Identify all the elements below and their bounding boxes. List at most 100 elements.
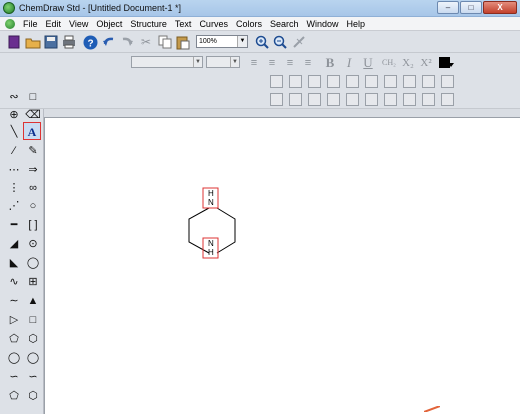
stack-horizontal-icon[interactable] (422, 93, 435, 106)
align-right-edges-icon[interactable] (308, 75, 321, 88)
menu-object[interactable]: Object (92, 19, 126, 29)
triangle-ring-icon[interactable]: ▷ (5, 311, 23, 329)
menu-structure[interactable]: Structure (126, 19, 171, 29)
zoom-out-icon[interactable] (272, 34, 288, 50)
menu-text[interactable]: Text (171, 19, 196, 29)
stack-vertical-icon[interactable] (441, 93, 454, 106)
charge-icon[interactable]: ⊙ (24, 235, 42, 253)
distribute-vertical-icon[interactable] (403, 75, 416, 88)
pen-icon[interactable]: ✎ (24, 142, 42, 160)
menu-view[interactable]: View (65, 19, 92, 29)
chair-ring-icon[interactable]: ∽ (5, 368, 23, 386)
menu-colors[interactable]: Colors (232, 19, 266, 29)
bold-button[interactable]: B (322, 55, 338, 71)
bracket-icon[interactable]: [ ] (24, 216, 42, 234)
chain-icon[interactable]: ∿ (5, 273, 23, 291)
cut-icon[interactable]: ✂ (138, 34, 154, 50)
circle-tool-icon[interactable]: ○ (24, 197, 42, 215)
scale-icon[interactable] (289, 93, 302, 106)
chemical-style-button[interactable]: CH₂ (379, 55, 399, 71)
italic-button[interactable]: I (341, 55, 357, 71)
bring-to-front-icon[interactable] (346, 93, 359, 106)
text-tool-button[interactable]: A (23, 122, 41, 140)
single-bond-icon[interactable]: ╲ (5, 123, 23, 141)
dashed-bond-icon[interactable]: ⋯ (5, 161, 23, 179)
align-right-icon[interactable]: ≡ (282, 55, 298, 71)
document-icon[interactable] (5, 18, 15, 29)
benzene-ring-icon[interactable]: ⬡ (24, 387, 42, 405)
underline-button[interactable]: U (360, 55, 376, 71)
octagon-ring-icon[interactable]: ◯ (24, 349, 42, 367)
heptagon-ring-icon[interactable]: ◯ (5, 349, 23, 367)
stereo-icon[interactable]: ◯ (24, 254, 42, 272)
align-left-edges-icon[interactable] (270, 75, 283, 88)
align-top-edges-icon[interactable] (327, 75, 340, 88)
bold-wedge-icon[interactable]: ◣ (5, 254, 23, 272)
bold-bond-icon[interactable]: ━ (5, 216, 23, 234)
open-folder-icon[interactable] (25, 34, 41, 50)
superscript-button[interactable]: X² (418, 55, 434, 71)
cyclopentadiene-icon[interactable]: ⬠ (5, 387, 23, 405)
hashed-bond-icon[interactable]: ⋮ (5, 179, 23, 197)
ungroup-icon[interactable] (441, 75, 454, 88)
pentagon-ring-icon[interactable]: ⬠ (5, 330, 23, 348)
copy-icon[interactable] (157, 34, 173, 50)
chevron-down-icon[interactable] (448, 63, 454, 67)
menu-edit[interactable]: Edit (42, 19, 66, 29)
double-bond-icon[interactable]: ∕ (5, 142, 23, 160)
align-center-icon[interactable]: ≡ (264, 55, 280, 71)
flip-horizontal-icon[interactable] (308, 93, 321, 106)
clean-structure-icon[interactable] (291, 34, 307, 50)
rotate-tool-icon[interactable]: ⊕ (5, 106, 23, 124)
minimize-button[interactable]: ‒ (437, 1, 459, 14)
close-button[interactable]: X (483, 1, 517, 14)
align-justify-icon[interactable]: ≡ (300, 55, 316, 71)
zoom-select[interactable]: 100% ▼ (196, 35, 248, 48)
zoom-in-icon[interactable] (254, 34, 270, 50)
flip-vertical-icon[interactable] (327, 93, 340, 106)
acyclic-chain-icon[interactable]: ∼ (5, 292, 23, 310)
chevron-down-icon[interactable]: ▼ (230, 57, 239, 67)
group-icon[interactable] (422, 75, 435, 88)
print-icon[interactable] (61, 34, 77, 50)
template-icon[interactable]: ▲ (24, 292, 42, 310)
save-icon[interactable] (43, 34, 59, 50)
menu-file[interactable]: File (19, 19, 42, 29)
square-ring-icon[interactable]: □ (24, 311, 42, 329)
space-evenly-icon[interactable] (403, 93, 416, 106)
font-family-select[interactable]: ▼ (131, 56, 203, 68)
cyclohexane-chair-icon[interactable]: ∽ (24, 368, 42, 386)
wedge-bond-icon[interactable]: ◢ (5, 235, 23, 253)
align-bottom-edges-icon[interactable] (365, 75, 378, 88)
join-icon[interactable] (384, 93, 397, 106)
send-to-back-icon[interactable] (365, 93, 378, 106)
hexagon-ring-icon[interactable]: ⬡ (24, 330, 42, 348)
chevron-down-icon[interactable]: ▼ (193, 57, 202, 67)
table-icon[interactable]: ⊞ (24, 273, 42, 291)
menu-help[interactable]: Help (343, 19, 370, 29)
restore-button[interactable]: □ (460, 1, 482, 14)
hashed-wedge-icon[interactable]: ⋰ (5, 197, 23, 215)
align-left-icon[interactable]: ≡ (246, 55, 262, 71)
lasso-icon[interactable]: ∾ (5, 88, 23, 106)
chevron-down-icon[interactable]: ▼ (237, 36, 247, 47)
drawing-canvas[interactable]: H N N H (44, 117, 520, 414)
undo-icon[interactable] (101, 34, 117, 50)
arrow-tool-icon[interactable]: ⇒ (24, 161, 42, 179)
marquee-icon[interactable]: □ (24, 88, 42, 106)
distribute-horizontal-icon[interactable] (384, 75, 397, 88)
menu-window[interactable]: Window (303, 19, 343, 29)
rotate-icon[interactable] (270, 93, 283, 106)
align-vertical-centers-icon[interactable] (346, 75, 359, 88)
menu-curves[interactable]: Curves (195, 19, 232, 29)
orbital-icon[interactable]: ∞ (24, 179, 42, 197)
menu-search[interactable]: Search (266, 19, 303, 29)
redo-icon[interactable] (119, 34, 135, 50)
new-document-icon[interactable] (6, 34, 22, 50)
font-size-select[interactable]: ▼ (206, 56, 240, 68)
subscript-button[interactable]: X₂ (400, 55, 416, 71)
paste-icon[interactable] (175, 34, 191, 50)
zoom-value: 100% (199, 38, 217, 45)
align-horizontal-centers-icon[interactable] (289, 75, 302, 88)
help-icon[interactable]: ? (82, 34, 98, 50)
